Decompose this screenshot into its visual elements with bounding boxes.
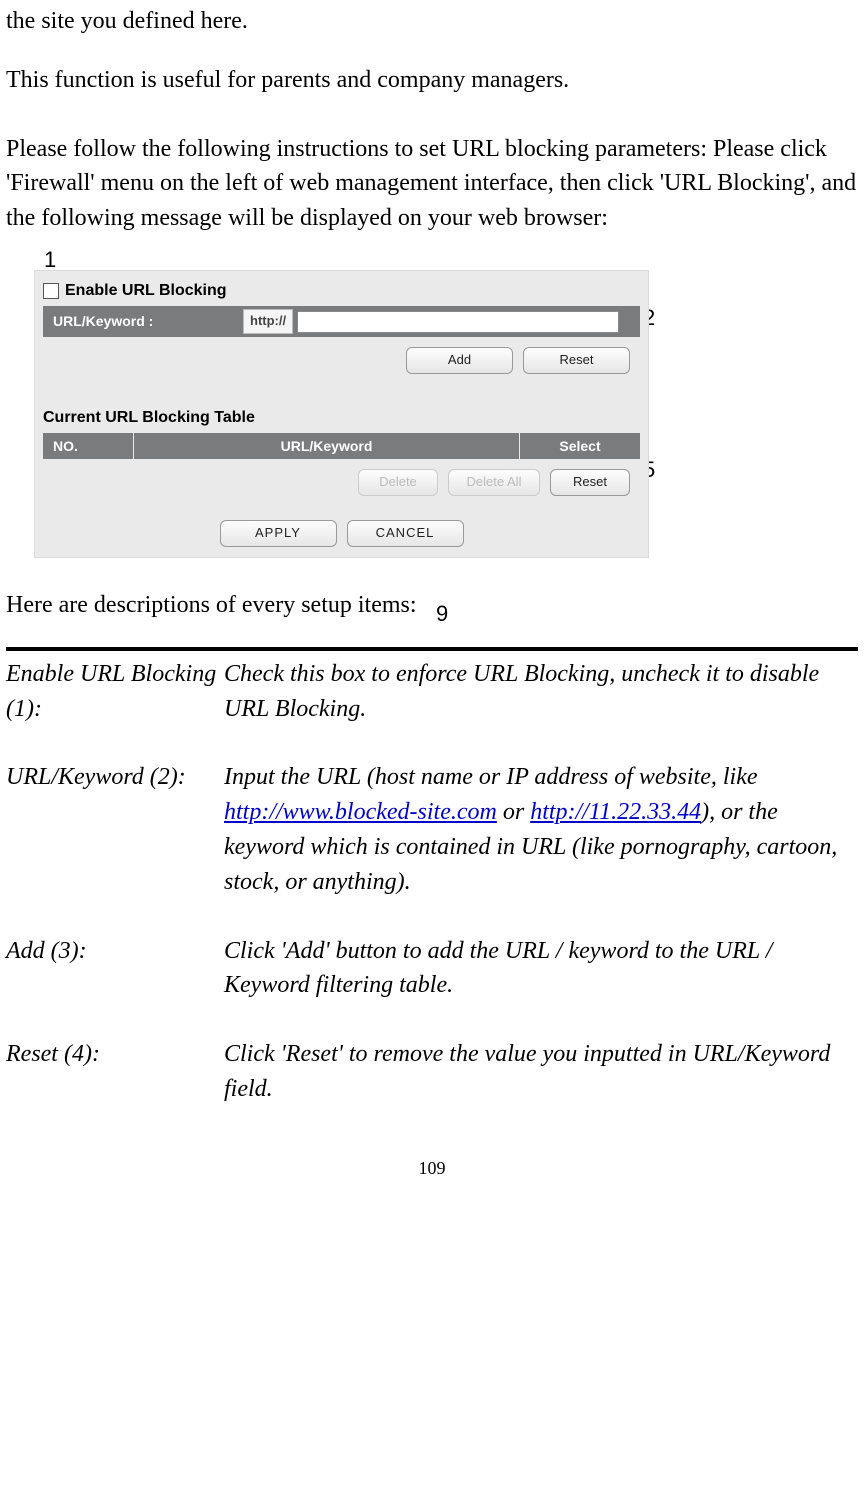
add-button[interactable]: Add <box>406 347 513 374</box>
url-keyword-input[interactable] <box>297 311 619 333</box>
delete-row: Delete Delete All Reset <box>43 469 640 496</box>
table-title: Current URL Blocking Table <box>43 406 640 429</box>
intro-line-prev: the site you defined here. <box>6 4 858 39</box>
protocol-prefix: http:// <box>243 309 293 334</box>
example-link-ip[interactable]: http://11.22.33.44 <box>530 799 701 825</box>
url-blocking-panel-container: 1 2 3 4 5 6 7 8 9 Enable URL Blocking UR… <box>6 270 666 558</box>
url-blocking-panel: Enable URL Blocking URL/Keyword : http:/… <box>34 270 649 558</box>
enable-row: Enable URL Blocking <box>43 279 640 302</box>
descriptions-intro: Here are descriptions of every setup ite… <box>6 588 858 623</box>
example-link-blocked-site[interactable]: http://www.blocked-site.com <box>224 799 497 825</box>
page-number: 109 <box>6 1155 858 1181</box>
apply-button[interactable]: APPLY <box>220 520 337 547</box>
divider <box>6 647 858 651</box>
desc-def-enable: Check this box to enforce URL Blocking, … <box>224 657 858 761</box>
apply-cancel-row: APPLY CANCEL <box>43 520 640 547</box>
column-select: Select <box>520 433 640 459</box>
table-reset-button[interactable]: Reset <box>550 469 630 496</box>
table-header: NO. URL/Keyword Select <box>43 433 640 459</box>
column-no: NO. <box>43 433 134 459</box>
desc-def-urlk-part-b: or <box>497 799 530 825</box>
descriptions-table: Enable URL Blocking (1): Check this box … <box>6 657 858 1119</box>
desc-term-enable: Enable URL Blocking (1): <box>6 657 224 761</box>
cancel-button[interactable]: CANCEL <box>347 520 464 547</box>
url-keyword-row: URL/Keyword : http:// <box>43 306 640 337</box>
desc-term-url-keyword: URL/Keyword (2): <box>6 760 224 933</box>
desc-def-url-keyword: Input the URL (host name or IP address o… <box>224 760 858 933</box>
desc-term-add: Add (3): <box>6 934 224 1038</box>
reset-button[interactable]: Reset <box>523 347 630 374</box>
desc-def-reset: Click 'Reset' to remove the value you in… <box>224 1037 858 1119</box>
intro-instructions: Please follow the following instructions… <box>6 132 858 236</box>
enable-url-blocking-checkbox[interactable] <box>43 283 59 299</box>
add-reset-row: Add Reset <box>43 347 640 374</box>
delete-button[interactable]: Delete <box>358 469 438 496</box>
column-url-keyword: URL/Keyword <box>134 433 520 459</box>
intro-usefulness: This function is useful for parents and … <box>6 63 858 98</box>
delete-all-button[interactable]: Delete All <box>448 469 540 496</box>
url-keyword-label: URL/Keyword : <box>53 311 243 331</box>
desc-def-urlk-part-a: Input the URL (host name or IP address o… <box>224 764 758 790</box>
desc-def-add: Click 'Add' button to add the URL / keyw… <box>224 934 858 1038</box>
desc-term-reset: Reset (4): <box>6 1037 224 1119</box>
callout-9: 9 <box>436 598 448 630</box>
enable-url-blocking-label: Enable URL Blocking <box>65 279 227 302</box>
